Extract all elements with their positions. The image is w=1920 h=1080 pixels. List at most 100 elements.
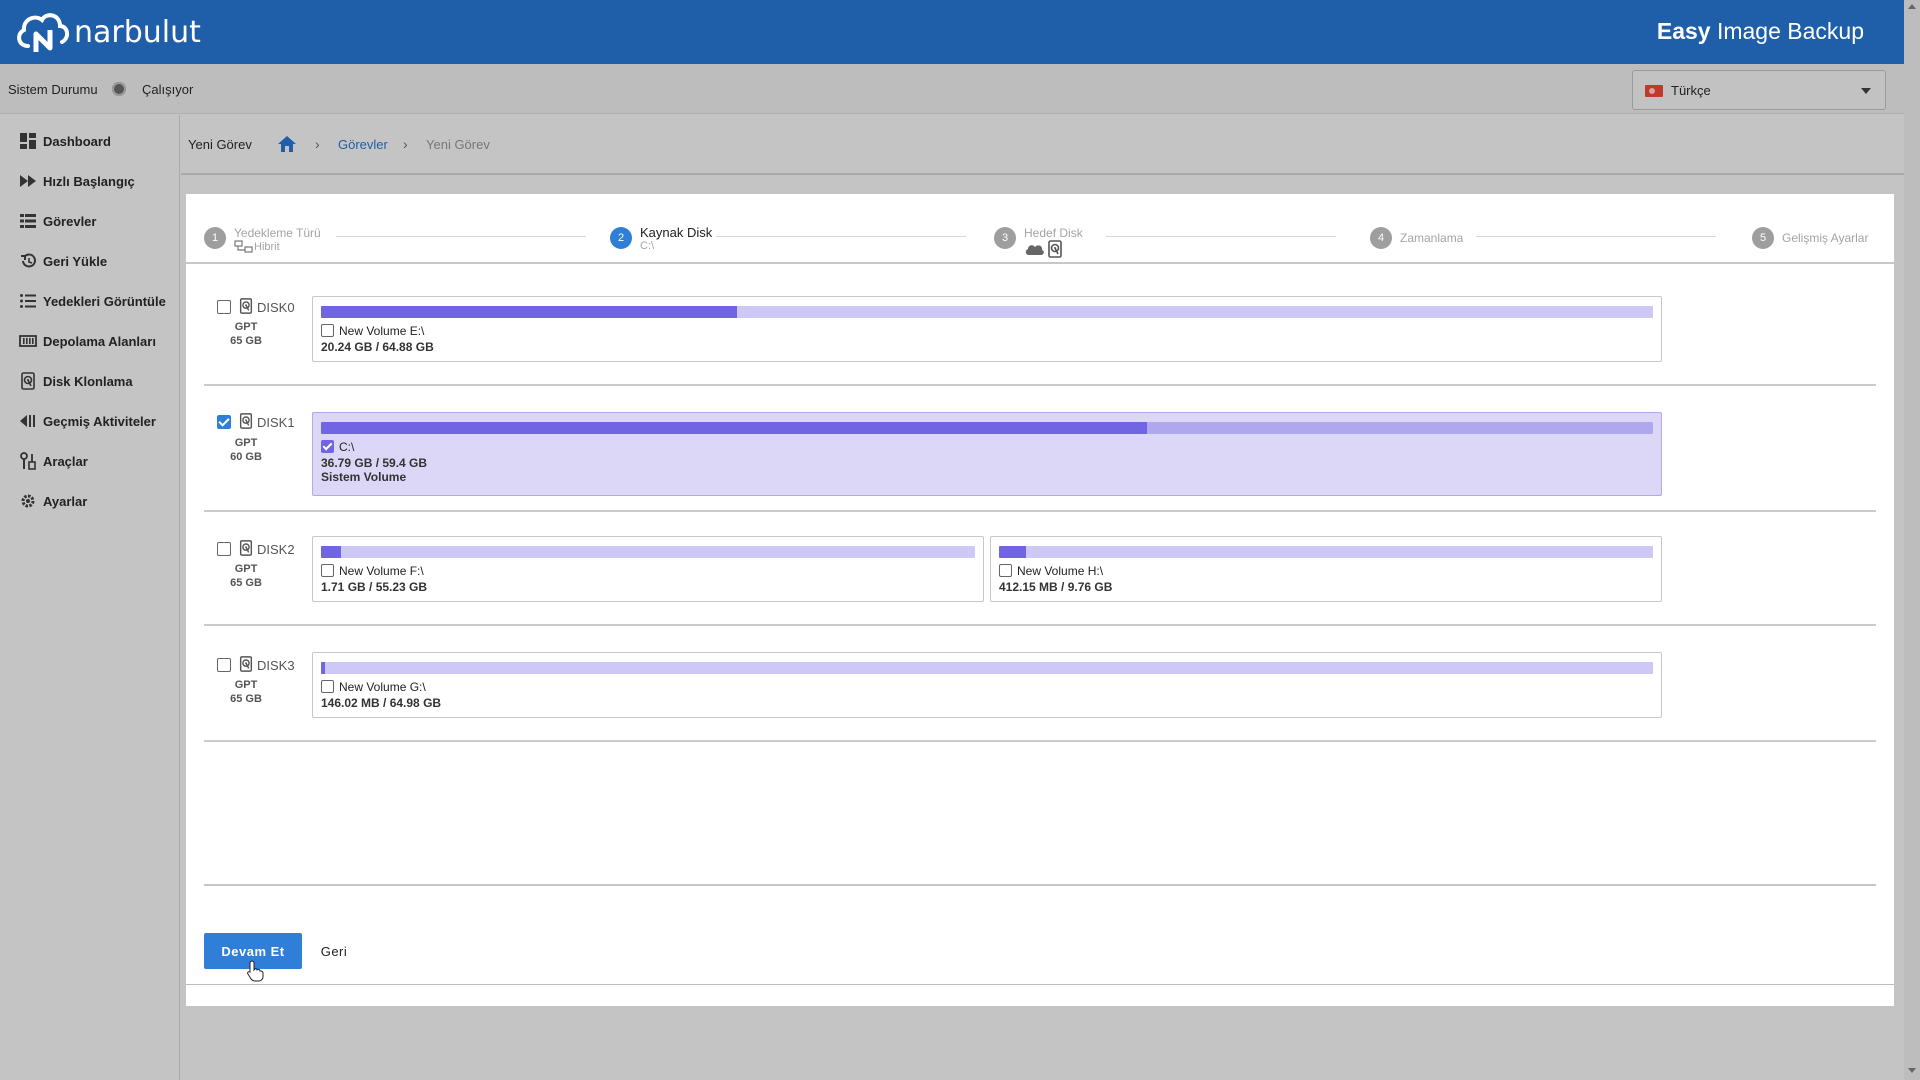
disk-icon xyxy=(239,540,253,556)
system-status-label: Sistem Durumu xyxy=(8,82,98,97)
status-indicator-icon xyxy=(112,82,126,96)
brand-name: narbulut xyxy=(74,14,201,50)
breadcrumb-separator-icon: › xyxy=(315,136,320,152)
wizard-stepper: 1 Yedekleme Türü Hibrit 2 Kaynak Disk C:… xyxy=(186,194,1894,264)
disk-checkbox[interactable] xyxy=(217,542,231,556)
step-backup-type[interactable]: 1 Yedekleme Türü Hibrit xyxy=(204,226,321,254)
sidebar: Dashboard Hızlı Başlangıç Görevler Geri … xyxy=(0,115,180,1080)
volume-usage-bar xyxy=(999,546,1653,558)
partition-style: GPT xyxy=(234,563,258,575)
sidebar-item-activity-history[interactable]: Geçmiş Aktiviteler xyxy=(18,409,156,433)
system-status-value: Çalışıyor xyxy=(142,82,194,97)
divider xyxy=(186,984,1894,985)
disk-checkbox[interactable] xyxy=(217,300,231,314)
volume-size: 146.02 MB / 64.98 GB xyxy=(321,696,442,710)
volume-size: 20.24 GB / 64.88 GB xyxy=(321,340,434,354)
dashboard-icon xyxy=(18,132,38,150)
disk-row-disk3: DISK3 GPT 65 GB New Volume G:\ 146.02 MB… xyxy=(204,646,1876,742)
disk-checkbox[interactable] xyxy=(217,658,231,672)
divider xyxy=(204,884,1876,886)
step-subtitle: C:\ xyxy=(640,240,655,252)
tools-icon xyxy=(18,452,38,470)
volume-label: New Volume F:\ xyxy=(339,564,424,578)
scroll-down-icon[interactable] xyxy=(1908,1068,1916,1073)
volume-usage-bar xyxy=(321,422,1653,434)
volume-usage-bar xyxy=(321,662,1653,674)
step-subtitle: Hibrit xyxy=(234,240,321,254)
partition-style: GPT xyxy=(234,321,258,333)
disk-icon xyxy=(239,298,253,314)
step-advanced-settings[interactable]: 5 Gelişmiş Ayarlar xyxy=(1752,226,1868,250)
volume-label: C:\ xyxy=(339,440,355,454)
volume-usage-bar xyxy=(321,306,1653,318)
sidebar-item-dashboard[interactable]: Dashboard xyxy=(18,129,111,153)
sidebar-item-tasks[interactable]: Görevler xyxy=(18,209,96,233)
volume-usage-fill xyxy=(321,662,325,674)
volume-card[interactable]: New Volume E:\ 20.24 GB / 64.88 GB xyxy=(312,296,1662,362)
back-button[interactable]: Geri xyxy=(314,933,354,969)
disk-size: 60 GB xyxy=(230,451,262,463)
storage-icon xyxy=(18,332,38,350)
sidebar-item-settings[interactable]: Ayarlar xyxy=(18,489,87,513)
volume-card[interactable]: New Volume G:\ 146.02 MB / 64.98 GB xyxy=(312,652,1662,718)
scroll-up-icon[interactable] xyxy=(1908,4,1916,9)
disk-size: 65 GB xyxy=(230,335,262,347)
volume-system-tag: Sistem Volume xyxy=(321,470,407,484)
page-scrollbar[interactable] xyxy=(1904,0,1920,1080)
sidebar-item-view-backups[interactable]: Yedekleri Görüntüle xyxy=(18,289,166,313)
step-title: Kaynak Disk xyxy=(640,225,713,240)
language-select[interactable]: Türkçe xyxy=(1632,70,1886,110)
volume-usage-fill xyxy=(321,306,737,318)
volume-card[interactable]: C:\ 36.79 GB / 59.4 GB Sistem Volume xyxy=(312,412,1662,496)
disk-row-disk2: DISK2 GPT 65 GB New Volume F:\ 1.71 GB /… xyxy=(204,530,1876,626)
disk-size: 65 GB xyxy=(230,577,262,589)
history-icon xyxy=(18,412,38,430)
home-icon[interactable] xyxy=(277,134,297,154)
app-header: narbulut Easy Image Backup xyxy=(0,0,1904,64)
sidebar-item-restore[interactable]: Geri Yükle xyxy=(18,249,107,273)
sidebar-item-label: Geri Yükle xyxy=(43,253,108,269)
brand-logo[interactable]: narbulut xyxy=(14,8,201,56)
sidebar-item-label: Yedekleri Görüntüle xyxy=(43,293,166,309)
disk-row-disk0: DISK0 GPT 65 GB New Volume E:\ 20.24 GB … xyxy=(204,290,1876,386)
step-connector xyxy=(336,236,586,237)
volume-card[interactable]: New Volume H:\ 412.15 MB / 9.76 GB xyxy=(990,536,1662,602)
step-title: Zamanlama xyxy=(1400,231,1464,245)
sidebar-item-label: Araçlar xyxy=(43,453,88,469)
breadcrumb: Yeni Görev › Görevler › Yeni Görev xyxy=(181,115,1904,175)
chevron-down-icon xyxy=(1861,88,1871,94)
volume-checkbox[interactable] xyxy=(321,440,334,453)
volume-checkbox[interactable] xyxy=(999,564,1012,577)
step-number: 5 xyxy=(1752,227,1774,249)
breadcrumb-link-tasks[interactable]: Görevler xyxy=(338,137,388,152)
sidebar-item-storage[interactable]: Depolama Alanları xyxy=(18,329,156,353)
app-title: Easy Image Backup xyxy=(1657,18,1864,45)
volume-card[interactable]: New Volume F:\ 1.71 GB / 55.23 GB xyxy=(312,536,984,602)
sidebar-item-label: Disk Klonlama xyxy=(43,373,133,389)
volume-usage-fill xyxy=(999,546,1026,558)
sidebar-item-quick-start[interactable]: Hızlı Başlangıç xyxy=(18,169,135,193)
partition-style: GPT xyxy=(234,679,258,691)
sidebar-item-label: Depolama Alanları xyxy=(43,333,156,349)
step-schedule[interactable]: 4 Zamanlama xyxy=(1370,226,1463,250)
disk-name: DISK3 xyxy=(257,658,295,673)
app-title-bold: Easy xyxy=(1656,18,1711,44)
sidebar-item-label: Geçmiş Aktiviteler xyxy=(43,413,156,429)
step-source-disk[interactable]: 2 Kaynak Disk C:\ xyxy=(610,226,712,252)
disk-icon xyxy=(1048,240,1062,258)
sidebar-item-disk-clone[interactable]: Disk Klonlama xyxy=(18,369,133,393)
step-connector xyxy=(716,236,966,237)
sidebar-item-tools[interactable]: Araçlar xyxy=(18,449,88,473)
disk-checkbox[interactable] xyxy=(217,415,231,429)
step-title: Gelişmiş Ayarlar xyxy=(1782,231,1869,245)
volume-checkbox[interactable] xyxy=(321,564,334,577)
volume-checkbox[interactable] xyxy=(321,680,334,693)
disk-meta: GPT 65 GB xyxy=(222,320,270,348)
step-subtitle xyxy=(1024,240,1083,258)
volume-usage-bar xyxy=(321,546,975,558)
volume-checkbox[interactable] xyxy=(321,324,334,337)
step-connector xyxy=(1476,236,1716,237)
step-title: Yedekleme Türü xyxy=(234,226,321,240)
volume-size: 1.71 GB / 55.23 GB xyxy=(321,580,428,594)
step-target-disk[interactable]: 3 Hedef Disk xyxy=(994,226,1083,258)
